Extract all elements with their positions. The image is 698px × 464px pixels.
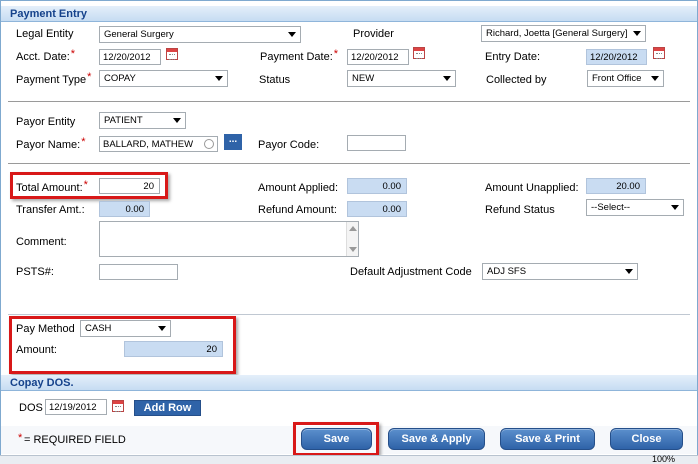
comment-label: Comment:: [16, 236, 67, 248]
payment-type-select[interactable]: COPAY: [99, 70, 228, 87]
add-row-button[interactable]: Add Row: [134, 400, 201, 416]
refund-status-value: --Select--: [591, 202, 631, 213]
close-button[interactable]: Close: [610, 428, 683, 450]
chevron-down-icon: [443, 76, 451, 81]
required-field-note: = REQUIRED FIELD: [24, 434, 126, 446]
refund-amount-label: Refund Amount:: [258, 204, 337, 216]
divider: [8, 314, 690, 315]
status-select[interactable]: NEW: [347, 70, 456, 87]
divider: [8, 163, 690, 164]
status-label: Status: [259, 74, 291, 86]
refund-amount-field: 0.00: [347, 201, 407, 217]
copay-dos-header: Copay DOS.: [1, 375, 697, 391]
entry-date-label: Entry Date:: [485, 51, 541, 63]
calendar-icon[interactable]: [112, 400, 124, 412]
status-value: NEW: [352, 73, 375, 84]
payor-code-input[interactable]: [347, 135, 406, 151]
payor-name-value: BALLARD, MATHEW: [103, 139, 194, 150]
collected-by-value: Front Office: [592, 73, 642, 84]
acct-date-input[interactable]: 12/20/2012: [99, 49, 161, 65]
acct-date-label-text: Acct. Date:: [16, 51, 70, 63]
amount-applied-label: Amount Applied:: [258, 182, 339, 194]
payor-name-label-text: Payor Name:: [16, 139, 81, 151]
legal-entity-label: Legal Entity: [16, 28, 74, 40]
collected-by-label: Collected by: [486, 74, 547, 86]
dos-label: DOS: [19, 402, 43, 414]
refund-status-select[interactable]: --Select--: [586, 199, 684, 216]
acct-date-label: Acct. Date:*: [16, 48, 76, 63]
scroll-up-icon[interactable]: [349, 226, 357, 231]
payment-date-label-text: Payment Date:: [260, 51, 333, 63]
chevron-down-icon: [215, 76, 223, 81]
payment-type-label-text: Payment Type: [16, 74, 87, 86]
payment-entry-title: Payment Entry: [10, 8, 88, 20]
highlight-box-total-amount: [10, 172, 168, 199]
required-marker: *: [81, 136, 86, 148]
highlight-box-pay-method: [9, 316, 236, 374]
payor-entity-select[interactable]: PATIENT: [99, 112, 186, 129]
legal-entity-select[interactable]: General Surgery: [99, 26, 301, 43]
payment-date-label: Payment Date:*: [260, 48, 339, 63]
calendar-icon[interactable]: [653, 47, 665, 59]
chevron-down-icon: [651, 76, 659, 81]
status-bar: 100%: [0, 454, 698, 464]
payor-entity-value: PATIENT: [104, 115, 143, 126]
comment-scrollbar[interactable]: [346, 222, 358, 256]
psts-label: PSTS#:: [16, 266, 54, 278]
required-marker: *: [18, 432, 23, 444]
transfer-amt-field: 0.00: [99, 201, 150, 217]
payor-lookup-button[interactable]: ...: [224, 134, 242, 150]
transfer-amt-label: Transfer Amt.:: [16, 204, 85, 216]
payment-type-value: COPAY: [104, 73, 136, 84]
payment-type-label: Payment Type*: [16, 71, 92, 86]
chevron-down-icon: [173, 118, 181, 123]
required-marker: *: [70, 48, 76, 60]
entry-date-input: 12/20/2012: [586, 49, 647, 65]
amount-unapplied-label: Amount Unapplied:: [485, 182, 579, 194]
save-print-button[interactable]: Save & Print: [500, 428, 595, 450]
chevron-down-icon: [288, 32, 296, 37]
payor-entity-label: Payor Entity: [16, 116, 76, 128]
zoom-level: 100%: [652, 454, 676, 464]
refund-status-label: Refund Status: [485, 204, 555, 216]
required-marker: *: [87, 71, 92, 83]
collected-by-select[interactable]: Front Office: [587, 70, 664, 87]
chevron-down-icon: [625, 269, 633, 274]
legal-entity-value: General Surgery: [104, 29, 174, 40]
payment-date-input[interactable]: 12/20/2012: [347, 49, 409, 65]
default-adjustment-code-value: ADJ SFS: [487, 266, 527, 277]
highlight-box-save: [293, 422, 379, 456]
payment-entry-header: Payment Entry: [1, 6, 697, 22]
save-apply-button[interactable]: Save & Apply: [388, 428, 485, 450]
payor-name-input[interactable]: BALLARD, MATHEW: [99, 136, 218, 152]
required-marker: *: [333, 48, 339, 60]
provider-value: Richard, Joetta [General Surgery]: [486, 28, 628, 39]
scroll-down-icon[interactable]: [349, 247, 357, 252]
calendar-icon[interactable]: [413, 47, 425, 59]
loading-spinner-icon: [204, 139, 214, 149]
calendar-icon[interactable]: [166, 48, 178, 60]
payor-code-label: Payor Code:: [258, 139, 320, 151]
provider-select[interactable]: Richard, Joetta [General Surgery]: [481, 25, 646, 42]
amount-unapplied-field: 20.00: [586, 178, 646, 194]
default-adjustment-code-select[interactable]: ADJ SFS: [482, 263, 638, 280]
chevron-down-icon: [671, 205, 679, 210]
amount-applied-field: 0.00: [347, 178, 407, 194]
payor-name-label: Payor Name:*: [16, 136, 86, 151]
psts-input[interactable]: [99, 264, 178, 280]
chevron-down-icon: [633, 31, 641, 36]
dos-input[interactable]: 12/19/2012: [45, 399, 107, 415]
default-adjustment-code-label: Default Adjustment Code: [350, 266, 472, 278]
divider: [8, 101, 690, 102]
copay-dos-title: Copay DOS.: [10, 377, 74, 389]
provider-label: Provider: [353, 28, 394, 40]
comment-textarea[interactable]: [99, 221, 359, 257]
